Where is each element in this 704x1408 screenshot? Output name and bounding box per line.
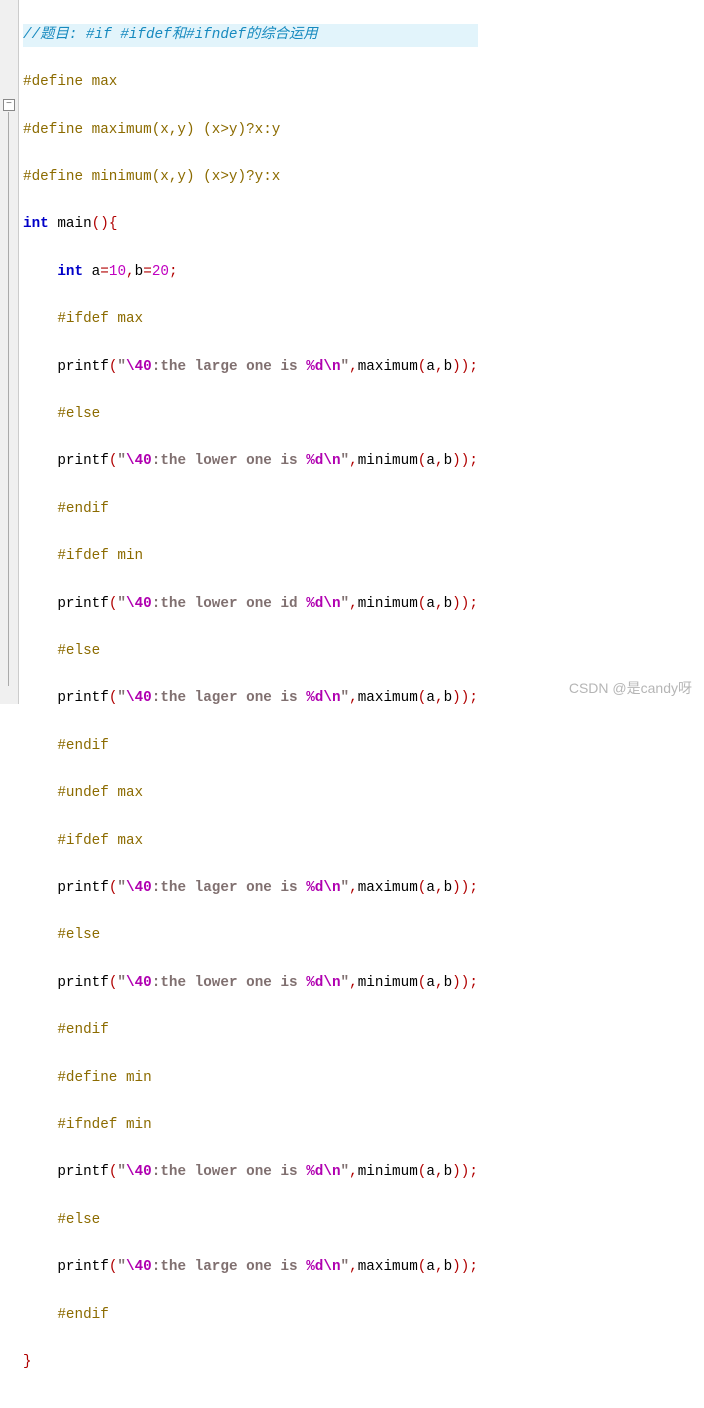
code-line: printf("\40:the lower one is %d\n",minim… bbox=[23, 1161, 478, 1185]
code-line: #else bbox=[23, 924, 478, 948]
code-line: #ifdef min bbox=[23, 545, 478, 569]
code-line: int a=10,b=20; bbox=[23, 261, 478, 285]
code-line: printf("\40:the lager one is %d\n",maxim… bbox=[23, 687, 478, 711]
code-area[interactable]: //题目: #if #ifdef和#ifndef的综合运用 #define ma… bbox=[19, 0, 482, 1408]
gutter: − bbox=[0, 0, 19, 704]
code-line: #else bbox=[23, 1209, 478, 1233]
code-line: } bbox=[23, 1351, 478, 1375]
code-line: //题目: #if #ifdef和#ifndef的综合运用 bbox=[23, 24, 478, 48]
code-line: printf("\40:the large one is %d\n",maxim… bbox=[23, 1256, 478, 1280]
code-line: printf("\40:the lower one is %d\n",minim… bbox=[23, 972, 478, 996]
code-line: #undef max bbox=[23, 782, 478, 806]
comment-text: //题目: #if #ifdef和#ifndef的综合运用 bbox=[23, 27, 318, 43]
code-line: #else bbox=[23, 403, 478, 427]
code-line: #ifdef max bbox=[23, 308, 478, 332]
fold-toggle-icon[interactable]: − bbox=[3, 99, 15, 111]
code-line: printf("\40:the lager one is %d\n",maxim… bbox=[23, 877, 478, 901]
code-line: #ifdef max bbox=[23, 830, 478, 854]
code-line: int main(){ bbox=[23, 213, 478, 237]
code-line: printf("\40:the large one is %d\n",maxim… bbox=[23, 356, 478, 380]
code-line: #else bbox=[23, 640, 478, 664]
code-line: #define min bbox=[23, 1067, 478, 1091]
code-line: #define max bbox=[23, 71, 478, 95]
code-line: #define minimum(x,y) (x>y)?y:x bbox=[23, 166, 478, 190]
code-line: #endif bbox=[23, 1304, 478, 1328]
code-line: printf("\40:the lower one is %d\n",minim… bbox=[23, 450, 478, 474]
fold-line bbox=[8, 112, 9, 686]
code-line: #endif bbox=[23, 498, 478, 522]
code-line: #ifndef min bbox=[23, 1114, 478, 1138]
code-line: #endif bbox=[23, 1019, 478, 1043]
code-line: #define maximum(x,y) (x>y)?x:y bbox=[23, 119, 478, 143]
code-editor: − //题目: #if #ifdef和#ifndef的综合运用 #define … bbox=[0, 0, 704, 1408]
code-line: #endif bbox=[23, 735, 478, 759]
code-line: printf("\40:the lower one id %d\n",minim… bbox=[23, 593, 478, 617]
